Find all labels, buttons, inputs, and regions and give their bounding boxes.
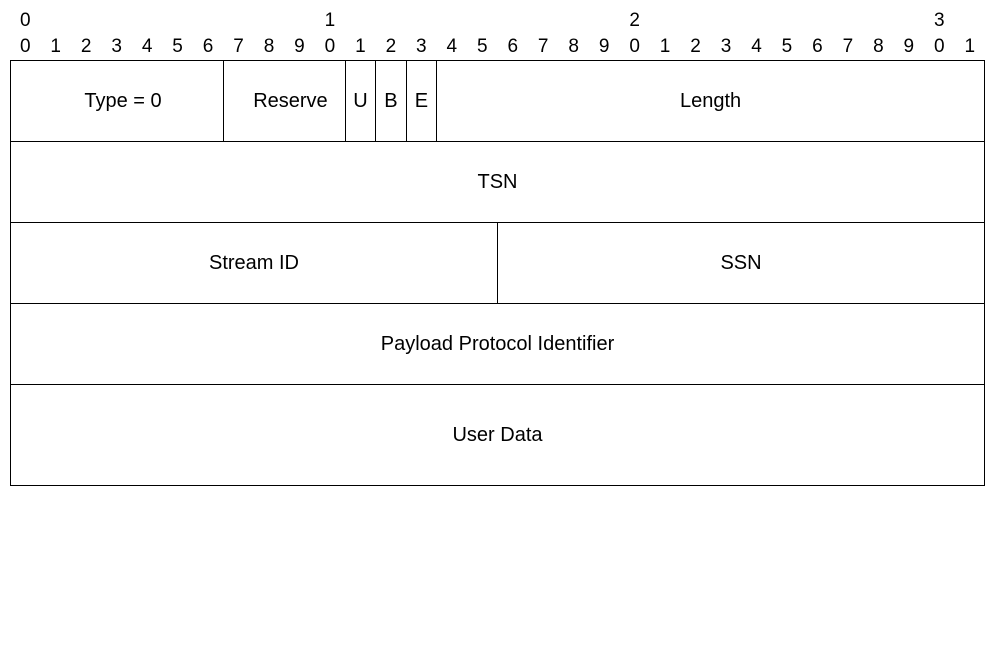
ruler-low-tick: 0: [629, 36, 640, 58]
ruler-low-tick: 5: [782, 36, 793, 58]
ruler-low-tick: 9: [904, 36, 915, 58]
field-reserve: Reserve: [224, 61, 346, 142]
ruler-low-tick: 8: [264, 36, 275, 58]
row-type-flags-length: Type = 0 Reserve U B E Length: [11, 61, 985, 142]
ruler-high-tick: 3: [934, 10, 945, 32]
ruler-low-tick: 8: [873, 36, 884, 58]
ruler-low-tick: 0: [325, 36, 336, 58]
field-type: Type = 0: [11, 61, 224, 142]
ruler-low-tick: 9: [599, 36, 610, 58]
ruler-low-tick: 2: [690, 36, 701, 58]
ruler-high-tick: 0: [20, 10, 31, 32]
ruler-low-tick: 5: [477, 36, 488, 58]
ruler-low-tick: 1: [355, 36, 366, 58]
field-b-flag: B: [376, 61, 406, 142]
ruler-low-tick: 6: [812, 36, 823, 58]
ruler-low-tick: 4: [751, 36, 762, 58]
ruler-low-tick: 8: [568, 36, 579, 58]
ruler-low-tick: 7: [233, 36, 244, 58]
ruler-low-tick: 0: [934, 36, 945, 58]
field-u-flag: U: [345, 61, 375, 142]
ruler-low-tick: 0: [20, 36, 31, 58]
ruler-low-tick: 9: [294, 36, 305, 58]
ruler-low-tick: 6: [507, 36, 518, 58]
field-ssn: SSN: [498, 223, 985, 304]
ruler-low-tick: 7: [538, 36, 549, 58]
ruler-low-tick: 3: [721, 36, 732, 58]
ruler-low-tick: 3: [111, 36, 122, 58]
packet-diagram: 012301234567890123456789012345678901 Typ…: [10, 10, 985, 486]
ruler-low-tick: 4: [447, 36, 458, 58]
ruler-low-tick: 2: [81, 36, 92, 58]
ruler-high-tick: 2: [629, 10, 640, 32]
field-payload-protocol-identifier: Payload Protocol Identifier: [11, 304, 985, 385]
row-user-data: User Data: [11, 385, 985, 486]
bit-ruler: 012301234567890123456789012345678901: [10, 10, 985, 60]
ruler-low-tick: 2: [386, 36, 397, 58]
field-e-flag: E: [406, 61, 436, 142]
field-length: Length: [437, 61, 985, 142]
ruler-low-tick: 7: [843, 36, 854, 58]
ruler-low-tick: 1: [50, 36, 61, 58]
ruler-low-tick: 6: [203, 36, 214, 58]
packet-table: Type = 0 Reserve U B E Length TSN Stream…: [10, 60, 985, 486]
field-stream-id: Stream ID: [11, 223, 498, 304]
ruler-low-tick: 1: [660, 36, 671, 58]
ruler-low-tick: 1: [964, 36, 975, 58]
ruler-low-tick: 5: [172, 36, 183, 58]
row-ppi: Payload Protocol Identifier: [11, 304, 985, 385]
row-stream-ssn: Stream ID SSN: [11, 223, 985, 304]
row-tsn: TSN: [11, 142, 985, 223]
ruler-low-tick: 3: [416, 36, 427, 58]
field-user-data: User Data: [11, 385, 985, 486]
ruler-high-tick: 1: [325, 10, 336, 32]
ruler-low-tick: 4: [142, 36, 153, 58]
field-tsn: TSN: [11, 142, 985, 223]
